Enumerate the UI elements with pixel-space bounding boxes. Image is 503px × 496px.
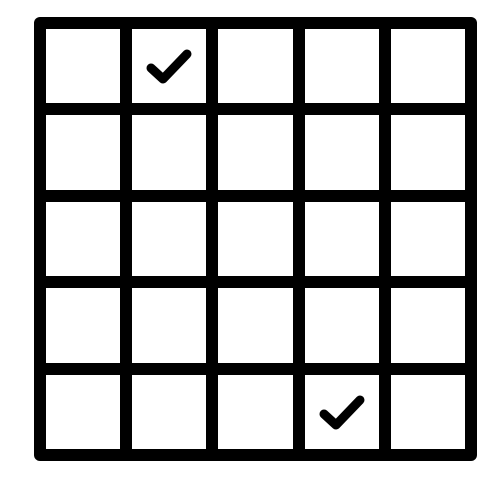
grid-cell-r3-c2[interactable]: [132, 201, 207, 277]
check-icon: [319, 395, 365, 430]
grid-cell-r3-c5[interactable]: [390, 201, 465, 277]
grid-cell-r5-c2[interactable]: [132, 374, 207, 449]
grid-cell-r4-c2[interactable]: [132, 288, 207, 363]
grid-cell-r1-c3[interactable]: [218, 29, 293, 104]
grid-cell-r5-c4[interactable]: [304, 374, 379, 449]
grid-cell-r2-c2[interactable]: [132, 115, 207, 190]
grid-cell-r2-c1[interactable]: [46, 115, 121, 190]
grid-cell-r2-c4[interactable]: [304, 115, 379, 190]
grid-cell-r3-c4[interactable]: [304, 201, 379, 277]
grid-cell-r3-c1[interactable]: [46, 201, 121, 277]
grid-cell-r1-c2[interactable]: [132, 29, 207, 104]
grid-cell-r5-c5[interactable]: [390, 374, 465, 449]
grid-cell-r4-c4[interactable]: [304, 288, 379, 363]
grid-cell-r2-c3[interactable]: [218, 115, 293, 190]
grid-cell-r2-c5[interactable]: [390, 115, 465, 190]
grid-cell-r1-c4[interactable]: [304, 29, 379, 104]
grid-cell-r5-c1[interactable]: [46, 374, 121, 449]
grid-cell-r3-c3[interactable]: [218, 201, 293, 277]
grid-cell-r4-c1[interactable]: [46, 288, 121, 363]
game-board: [34, 17, 477, 461]
check-icon: [146, 49, 192, 84]
grid-cell-r4-c3[interactable]: [218, 288, 293, 363]
grid-cell-r5-c3[interactable]: [218, 374, 293, 449]
grid-cell-r1-c5[interactable]: [390, 29, 465, 104]
grid-cell-r1-c1[interactable]: [46, 29, 121, 104]
grid-cell-r4-c5[interactable]: [390, 288, 465, 363]
